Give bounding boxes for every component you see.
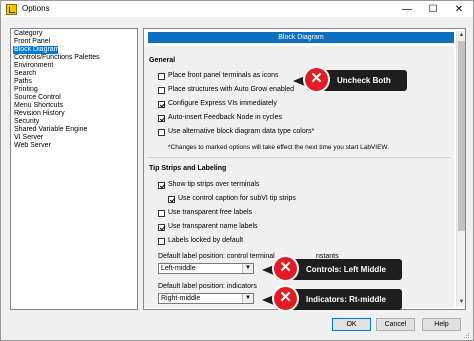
section-title-tips: Tip Strips and Labeling <box>149 165 227 172</box>
x-icon: ✕ <box>303 66 330 93</box>
option-label: Use alternative block diagram data type … <box>168 128 315 135</box>
panel-header: Block Diagram <box>148 32 454 43</box>
scroll-down-icon[interactable]: ▼ <box>457 298 465 307</box>
annotation-uncheck-both: ✕ Uncheck Both <box>293 66 407 93</box>
option-label: Labels locked by default <box>168 237 244 244</box>
category-item-revision-history[interactable]: Revision History <box>13 110 65 118</box>
control-position-dropdown[interactable]: Left-middle ▼ <box>158 263 254 274</box>
checkbox-checked[interactable] <box>158 115 165 122</box>
control-position-label: Default label position: control terminal <box>158 253 275 260</box>
annotation-indicators: ✕ Indicators: Rt-middle <box>262 285 402 312</box>
annotation-text: Controls: Left Middle <box>306 265 386 274</box>
category-item-paths[interactable]: Paths <box>13 78 32 86</box>
checkbox[interactable] <box>158 73 165 80</box>
dropdown-value: Right-middle <box>161 295 201 302</box>
option-label: Configure Express VIs immediately <box>168 100 277 107</box>
category-item-block-diagram[interactable]: Block Diagram <box>13 46 60 54</box>
scroll-thumb[interactable] <box>458 41 465 231</box>
resize-grip-icon[interactable] <box>462 331 470 339</box>
annotation-text: Uncheck Both <box>337 76 391 85</box>
category-item-source-control[interactable]: Source Control <box>13 94 61 102</box>
option-label: Use transparent free labels <box>168 209 253 216</box>
window-title: Options <box>22 4 50 13</box>
checkbox[interactable] <box>158 129 165 136</box>
checkbox-checked[interactable] <box>158 182 165 189</box>
x-icon: ✕ <box>272 255 299 282</box>
divider <box>148 157 450 158</box>
section-title-general: General <box>149 57 176 64</box>
minimize-button[interactable]: — <box>396 1 418 18</box>
checkbox-checked[interactable] <box>158 224 165 231</box>
option-label: Place front panel terminals as icons <box>168 72 279 79</box>
category-item-vi-server[interactable]: VI Server <box>13 134 43 142</box>
checkbox-checked[interactable] <box>168 196 175 203</box>
checkbox-checked[interactable] <box>158 101 165 108</box>
maximize-button[interactable]: ☐ <box>422 1 444 18</box>
annotation-controls: ✕ Controls: Left Middle <box>262 255 402 282</box>
restart-note: *Changes to marked options will take eff… <box>168 144 389 151</box>
category-item-front-panel[interactable]: Front Panel <box>13 38 50 46</box>
option-label: Place structures with Auto Grow enabled <box>168 86 295 93</box>
title-bar: Options — ☐ ✕ <box>0 0 474 18</box>
indicator-position-dropdown[interactable]: Right-middle ▼ <box>158 293 254 304</box>
category-item-environment[interactable]: Environment <box>13 62 53 70</box>
category-header: Category <box>14 30 43 37</box>
checkbox[interactable] <box>158 210 165 217</box>
dropdown-value: Left-middle <box>161 265 196 272</box>
option-label: Use transparent name labels <box>168 223 258 230</box>
category-item-printing[interactable]: Printing <box>13 86 38 94</box>
panel-scrollbar[interactable]: ▲ ▼ <box>456 31 465 307</box>
scroll-up-icon[interactable]: ▲ <box>457 31 465 40</box>
category-list[interactable]: Category Front Panel Block Diagram Contr… <box>10 28 138 310</box>
option-label: Auto-insert Feedback Node in cycles <box>168 114 282 121</box>
app-icon <box>6 4 17 15</box>
annotation-text: Indicators: Rt-middle <box>306 295 387 304</box>
cancel-button[interactable]: Cancel <box>376 318 415 331</box>
category-item-palettes[interactable]: Controls/Functions Palettes <box>13 54 100 62</box>
chevron-down-icon[interactable]: ▼ <box>242 294 253 303</box>
chevron-down-icon[interactable]: ▼ <box>242 264 253 273</box>
option-label: Show tip strips over terminals <box>168 181 260 188</box>
category-item-web-server[interactable]: Web Server <box>13 142 51 150</box>
indicator-position-label: Default label position: indicators <box>158 283 257 290</box>
close-button[interactable]: ✕ <box>448 1 470 18</box>
option-label: Use control caption for subVI tip strips <box>178 195 296 202</box>
checkbox[interactable] <box>158 238 165 245</box>
help-button[interactable]: Help <box>422 318 461 331</box>
ok-button[interactable]: OK <box>332 318 371 331</box>
category-item-menu-shortcuts[interactable]: Menu Shortcuts <box>13 102 63 110</box>
category-item-shared-variable-engine[interactable]: Shared Variable Engine <box>13 126 87 134</box>
checkbox[interactable] <box>158 87 165 94</box>
category-item-search[interactable]: Search <box>13 70 36 78</box>
category-item-security[interactable]: Security <box>13 118 39 126</box>
x-icon: ✕ <box>272 285 299 312</box>
